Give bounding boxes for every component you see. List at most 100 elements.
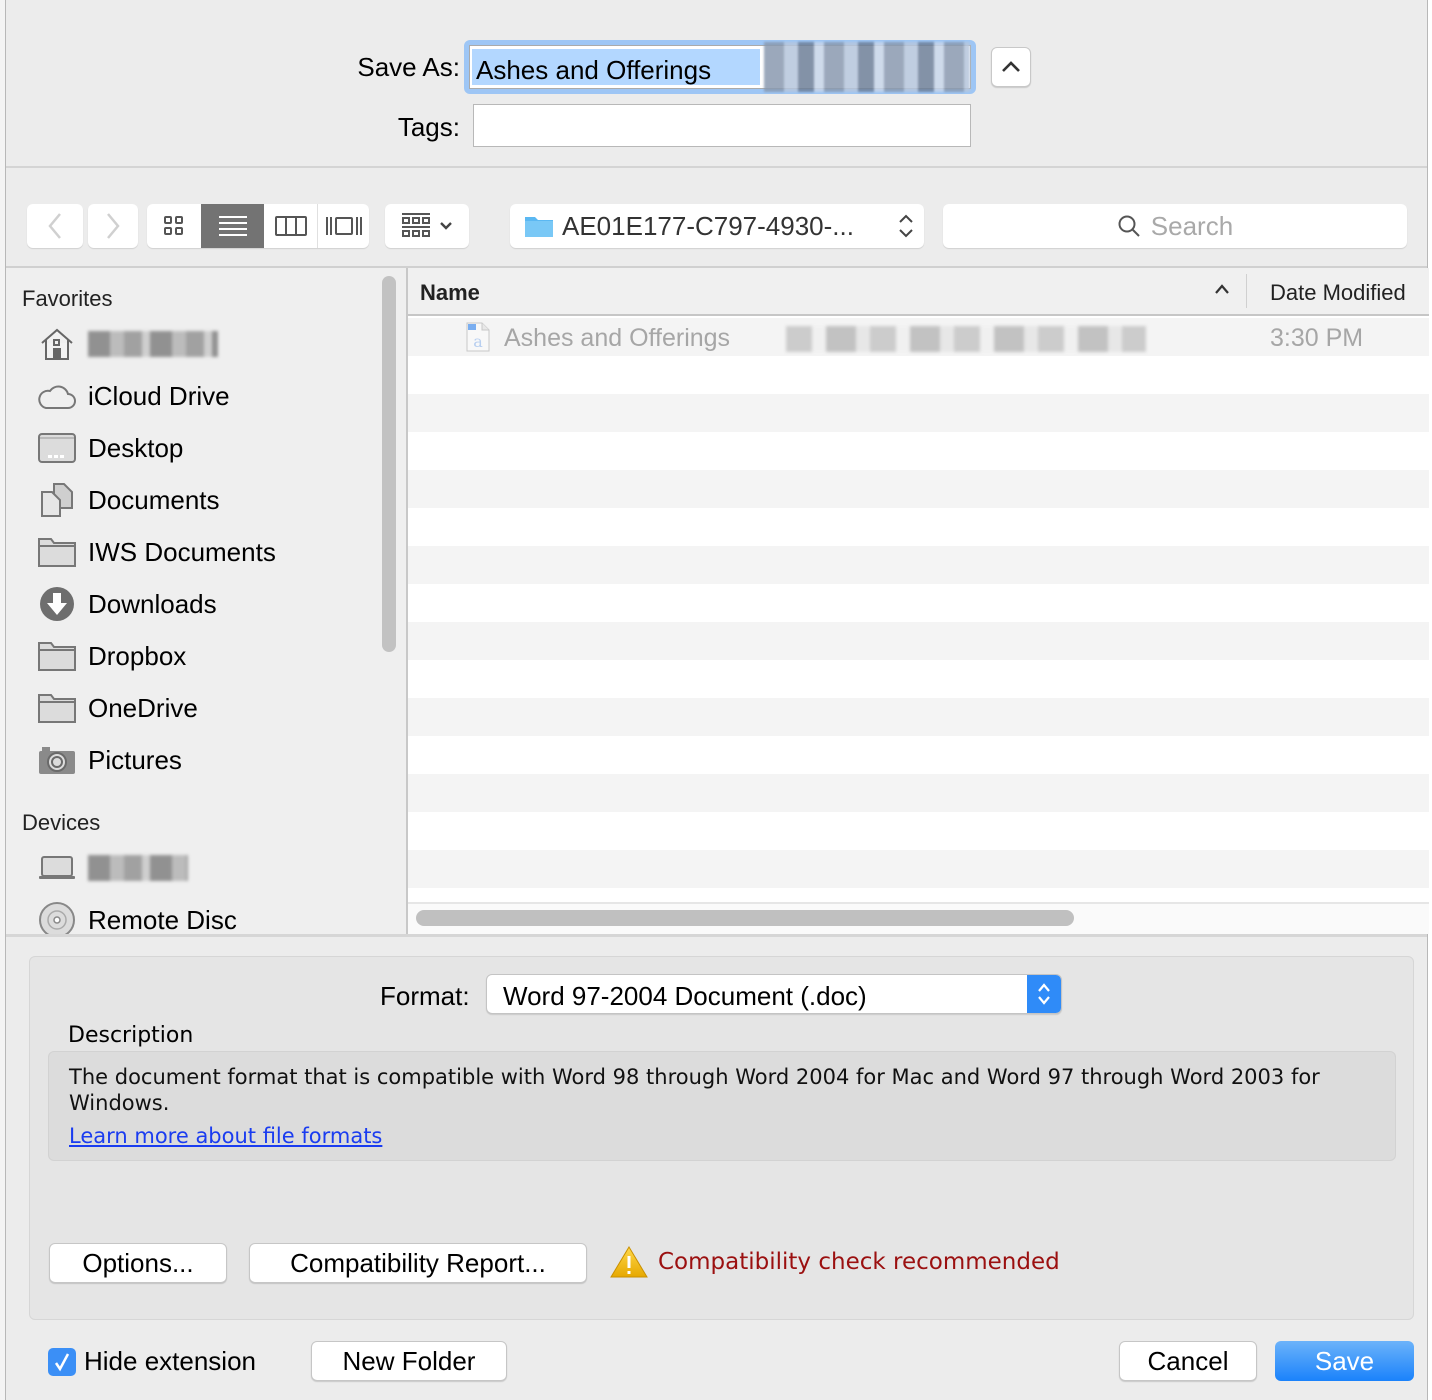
save-as-value: Ashes and Offerings — [476, 55, 712, 85]
sidebar-item-home[interactable] — [38, 322, 218, 366]
empty-row — [408, 774, 1429, 812]
horizontal-scrollbar-thumb[interactable] — [416, 910, 1074, 926]
checkmark-icon — [54, 1352, 70, 1371]
sidebar-item-icloud-drive[interactable]: iCloud Drive — [38, 374, 230, 418]
compatibility-warning-text: Compatibility check recommended — [658, 1249, 1060, 1275]
save-dialog: Save As: Ashes and Offerings Tags: AE01E… — [5, 0, 1429, 1400]
cover-flow-view-button[interactable] — [318, 204, 369, 248]
up-down-chevron-icon — [899, 214, 913, 238]
hide-extension-checkbox-row[interactable]: Hide extension — [48, 1346, 256, 1377]
empty-row — [408, 736, 1429, 774]
empty-row — [408, 432, 1429, 470]
hide-extension-checkbox[interactable] — [48, 1347, 76, 1376]
sidebar-item-remote-disc[interactable]: Remote Disc — [38, 898, 237, 934]
header-divider — [6, 166, 1427, 168]
column-header-name[interactable]: Name — [420, 280, 480, 306]
new-folder-button[interactable]: New Folder — [311, 1341, 507, 1381]
list-view-button[interactable] — [201, 204, 264, 248]
desktop-icon — [38, 430, 76, 466]
arrange-button[interactable] — [385, 204, 469, 248]
table-row[interactable]: a Ashes and Offerings 3:30 PM — [408, 318, 1429, 356]
description-box: The document format that is compatible w… — [48, 1051, 1396, 1161]
compatibility-report-button[interactable]: Compatibility Report... — [249, 1243, 587, 1283]
cloud-icon — [38, 378, 76, 414]
empty-row — [408, 546, 1429, 584]
redacted-filename-suffix — [764, 42, 970, 92]
redacted-file-name-suffix — [786, 326, 1146, 352]
save-button[interactable]: Save — [1275, 1341, 1414, 1381]
sidebar: Favorites iCloud Drive Desktop Documents — [6, 268, 406, 934]
empty-row — [408, 508, 1429, 546]
file-list-header: Name Date Modified — [408, 268, 1429, 316]
up-down-chevron-icon — [1038, 983, 1050, 1005]
format-popup[interactable]: Word 97-2004 Document (.doc) — [486, 974, 1062, 1014]
sidebar-section-favorites: Favorites — [22, 286, 113, 311]
folder-icon — [38, 690, 76, 726]
cancel-button[interactable]: Cancel — [1119, 1341, 1257, 1381]
sidebar-item-label: Downloads — [88, 588, 217, 619]
file-rows: a Ashes and Offerings 3:30 PM — [408, 318, 1429, 888]
empty-row — [408, 698, 1429, 736]
format-value: Word 97-2004 Document (.doc) — [503, 981, 867, 1011]
sidebar-item-label: OneDrive — [88, 692, 198, 723]
back-button[interactable] — [27, 204, 83, 248]
sidebar-item-label: Dropbox — [88, 640, 187, 671]
svg-text:a: a — [473, 332, 483, 351]
tags-row: Tags: — [6, 104, 1427, 148]
list-view-icon — [218, 216, 247, 236]
column-divider[interactable] — [1246, 274, 1247, 308]
sidebar-item-dropbox[interactable]: Dropbox — [38, 634, 186, 678]
location-name: AE01E177-C797-4930-... — [562, 210, 854, 241]
horizontal-scrollbar[interactable] — [408, 902, 1429, 934]
location-popup[interactable]: AE01E177-C797-4930-... — [510, 204, 924, 248]
sidebar-item-label: IWS Documents — [88, 536, 276, 567]
sidebar-item-pictures[interactable]: Pictures — [38, 738, 182, 782]
hide-extension-label: Hide extension — [84, 1346, 256, 1376]
tags-label: Tags: — [397, 112, 460, 142]
documents-icon — [38, 482, 76, 518]
column-header-date-modified[interactable]: Date Modified — [1270, 280, 1406, 306]
sidebar-scrollbar-thumb[interactable] — [382, 276, 396, 652]
empty-row — [408, 622, 1429, 660]
sidebar-item-documents[interactable]: Documents — [38, 478, 220, 522]
collapse-dialog-button[interactable] — [991, 47, 1031, 87]
save-as-row: Save As: Ashes and Offerings — [6, 40, 1427, 94]
format-label: Format: — [380, 981, 470, 1011]
forward-button[interactable] — [88, 204, 138, 248]
empty-row — [408, 394, 1429, 432]
learn-more-link[interactable]: Learn more about file formats — [69, 1124, 382, 1148]
sidebar-item-label: iCloud Drive — [88, 380, 230, 411]
sidebar-item-downloads[interactable]: Downloads — [38, 582, 217, 626]
folder-icon — [38, 638, 76, 674]
folder-icon — [38, 534, 76, 570]
word-document-icon: a — [466, 322, 490, 352]
column-view-button[interactable] — [264, 204, 317, 248]
search-field[interactable]: Search — [943, 204, 1407, 248]
icon-view-button[interactable] — [147, 204, 201, 248]
redacted-computer-name — [88, 855, 188, 881]
save-as-field-focus-ring[interactable]: Ashes and Offerings — [464, 40, 976, 94]
sidebar-item-onedrive[interactable]: OneDrive — [38, 686, 198, 730]
download-icon — [38, 586, 76, 622]
sidebar-item-iws-documents[interactable]: IWS Documents — [38, 530, 276, 574]
options-button[interactable]: Options... — [49, 1243, 227, 1283]
laptop-icon — [38, 850, 76, 886]
sidebar-item-label: Desktop — [88, 432, 184, 463]
chevron-left-icon — [48, 213, 61, 239]
sidebar-item-computer[interactable] — [38, 846, 188, 890]
sort-ascending-icon[interactable] — [1214, 282, 1230, 296]
format-accessory-panel: Format: Word 97-2004 Document (.doc) Des… — [29, 956, 1414, 1320]
save-as-label: Save As: — [357, 52, 460, 82]
empty-row — [408, 356, 1429, 394]
search-icon — [1118, 215, 1140, 237]
chevron-right-icon — [107, 213, 120, 239]
tags-input[interactable] — [473, 104, 971, 147]
sidebar-section-devices: Devices — [22, 810, 101, 835]
empty-row — [408, 812, 1429, 850]
popup-arrows — [1027, 975, 1061, 1013]
file-name: Ashes and Offerings — [504, 324, 731, 352]
sidebar-item-desktop[interactable]: Desktop — [38, 426, 183, 470]
arrange-grid-icon — [402, 213, 430, 237]
folder-icon — [525, 217, 553, 237]
icon-view-icon — [164, 216, 183, 235]
